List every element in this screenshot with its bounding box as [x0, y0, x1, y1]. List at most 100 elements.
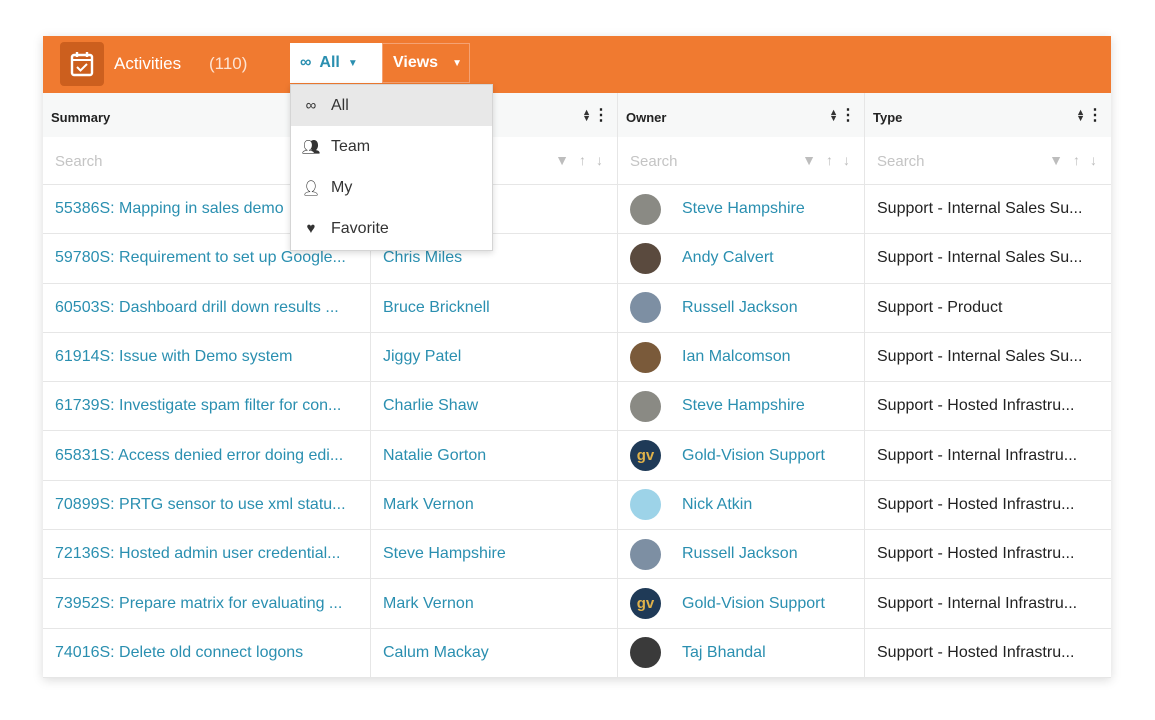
avatar: [630, 341, 661, 373]
filter-label: All: [319, 54, 340, 71]
avatar: [630, 292, 661, 324]
heart-icon: ♥: [306, 220, 316, 237]
contact-link[interactable]: Jiggy Patel: [371, 332, 618, 382]
owner-cell: Nick Atkin: [618, 480, 865, 530]
type-cell: Support - Product: [877, 298, 1003, 316]
header-bar: Activities (110) ∞ All ▼ Views ▼: [43, 36, 1111, 93]
owner-cell: gv Gold-Vision Support: [618, 431, 865, 480]
contact-link[interactable]: Bruce Bricknell: [371, 283, 618, 332]
type-search-input[interactable]: Search ▼↑↓: [865, 137, 1111, 184]
owner-cell: Ian Malcomson: [618, 332, 865, 382]
table-row[interactable]: 61914S: Issue with Demo system Jiggy Pat…: [43, 332, 1111, 383]
contact-link[interactable]: Charlie Shaw: [371, 382, 618, 431]
summary-link[interactable]: 60503S: Dashboard drill down results ...: [43, 283, 371, 332]
table-row[interactable]: 61739S: Investigate spam filter for con.…: [43, 382, 1111, 432]
owner-cell: gv Gold-Vision Support: [618, 579, 865, 628]
sort-icon[interactable]: ▲ ▼: [829, 108, 838, 123]
avatar: [630, 538, 661, 570]
column-headers: Summary ▲ ▼ ⋮ Owner ▲ ▼ ⋮ Type ▲ ▼ ⋮: [43, 93, 1111, 137]
type-cell: Support - Internal Sales Su...: [877, 200, 1083, 218]
activities-grid: Summary ▲ ▼ ⋮ Owner ▲ ▼ ⋮ Type ▲ ▼ ⋮ Search ▼↑↓ …: [43, 93, 1111, 678]
type-cell: Support - Internal Infrastru...: [877, 594, 1078, 612]
summary-link[interactable]: 65831S: Access denied error doing edi...: [43, 431, 371, 480]
column-menu-icon[interactable]: ⋮: [840, 105, 856, 125]
table-row[interactable]: 59780S: Requirement to set up Google... …: [43, 234, 1111, 284]
group-icon: 👥︎: [301, 138, 321, 156]
summary-link[interactable]: 61739S: Investigate spam filter for con.…: [43, 382, 371, 431]
caret-down-icon: ▼: [452, 57, 462, 69]
type-cell: Support - Hosted Infrastru...: [877, 643, 1075, 661]
sort-icon[interactable]: ▲ ▼: [582, 108, 591, 123]
column-menu-icon[interactable]: ⋮: [1087, 105, 1103, 125]
filter-dropdown-button[interactable]: ∞ All ▼: [290, 43, 382, 83]
avatar: [630, 193, 661, 225]
table-row[interactable]: 65831S: Access denied error doing edi...…: [43, 431, 1111, 481]
type-cell: Support - Hosted Infrastru...: [877, 545, 1075, 563]
contact-link[interactable]: Natalie Gorton: [371, 431, 618, 480]
owner-link[interactable]: Gold-Vision Support: [682, 595, 825, 613]
contact-link[interactable]: Mark Vernon: [371, 480, 618, 530]
menu-item-label: Team: [331, 137, 371, 155]
sort-icon[interactable]: ▲ ▼: [1076, 108, 1085, 123]
search-placeholder: Search: [877, 153, 925, 170]
type-cell: Support - Internal Sales Su...: [877, 249, 1083, 267]
filter-sort-icons[interactable]: ▼↑↓: [555, 152, 613, 168]
summary-link[interactable]: 73952S: Prepare matrix for evaluating ..…: [43, 579, 371, 628]
person-icon: 👤︎: [301, 179, 321, 197]
owner-cell: Andy Calvert: [618, 234, 865, 283]
summary-link[interactable]: 70899S: PRTG sensor to use xml statu...: [43, 480, 371, 530]
menu-item-favorite[interactable]: ♥ Favorite: [291, 208, 492, 249]
table-row[interactable]: 74016S: Delete old connect logons Calum …: [43, 628, 1111, 678]
owner-cell: Russell Jackson: [618, 283, 865, 332]
avatar: gv: [630, 440, 661, 472]
column-label: Type: [873, 110, 903, 125]
table-row[interactable]: 73952S: Prepare matrix for evaluating ..…: [43, 579, 1111, 629]
menu-item-label: All: [331, 96, 349, 114]
infinity-icon: ∞: [300, 54, 312, 71]
menu-item-my[interactable]: 👤︎ My: [291, 167, 492, 208]
table-row[interactable]: 60503S: Dashboard drill down results ...…: [43, 283, 1111, 333]
filter-sort-icons[interactable]: ▼↑↓: [1049, 152, 1107, 168]
avatar: [630, 637, 661, 669]
owner-cell: Steve Hampshire: [618, 382, 865, 431]
menu-item-label: My: [331, 178, 353, 196]
contact-link[interactable]: Calum Mackay: [371, 628, 618, 677]
menu-item-all[interactable]: ∞ All: [291, 85, 492, 126]
summary-link[interactable]: 72136S: Hosted admin user credential...: [43, 530, 371, 579]
owner-link[interactable]: Russell Jackson: [682, 545, 798, 563]
avatar: [630, 242, 661, 274]
owner-link[interactable]: Andy Calvert: [682, 249, 774, 267]
page-title: Activities: [114, 54, 182, 73]
column-header-type[interactable]: Type ▲ ▼ ⋮: [865, 93, 1111, 137]
summary-link[interactable]: 74016S: Delete old connect logons: [43, 628, 371, 677]
avatar: [630, 489, 661, 521]
column-label: Summary: [51, 110, 111, 125]
owner-link[interactable]: Steve Hampshire: [682, 397, 805, 415]
owner-cell: Taj Bhandal: [618, 628, 865, 677]
owner-cell: Steve Hampshire: [618, 185, 865, 234]
search-row: Search ▼↑↓ Search ▼↑↓ Search ▼↑↓: [43, 137, 1111, 185]
infinity-icon: ∞: [305, 97, 317, 114]
summary-link[interactable]: 61914S: Issue with Demo system: [43, 332, 371, 382]
filter-sort-icons[interactable]: ▼↑↓: [802, 152, 860, 168]
owner-link[interactable]: Ian Malcomson: [682, 348, 791, 366]
contact-link[interactable]: Steve Hampshire: [371, 530, 618, 579]
menu-item-team[interactable]: 👥︎ Team: [291, 126, 492, 167]
table-body: 55386S: Mapping in sales demo Steve Hamp…: [43, 185, 1111, 678]
owner-search-input[interactable]: Search ▼↑↓: [618, 137, 865, 184]
views-dropdown-button[interactable]: Views ▼: [382, 43, 470, 83]
owner-link[interactable]: Steve Hampshire: [682, 200, 805, 218]
column-menu-icon[interactable]: ⋮: [593, 105, 609, 125]
search-placeholder: Search: [630, 153, 678, 170]
contact-link[interactable]: Mark Vernon: [371, 579, 618, 628]
type-cell: Support - Internal Infrastru...: [877, 446, 1078, 464]
column-header-owner[interactable]: Owner ▲ ▼ ⋮: [618, 93, 865, 137]
activities-panel: Activities (110) ∞ All ▼ Views ▼ Summary…: [43, 36, 1111, 678]
table-row[interactable]: 70899S: PRTG sensor to use xml statu... …: [43, 480, 1111, 531]
owner-link[interactable]: Nick Atkin: [682, 496, 752, 514]
owner-link[interactable]: Gold-Vision Support: [682, 447, 825, 465]
table-row[interactable]: 55386S: Mapping in sales demo Steve Hamp…: [43, 185, 1111, 235]
table-row[interactable]: 72136S: Hosted admin user credential... …: [43, 530, 1111, 580]
owner-link[interactable]: Russell Jackson: [682, 299, 798, 317]
owner-link[interactable]: Taj Bhandal: [682, 644, 766, 662]
